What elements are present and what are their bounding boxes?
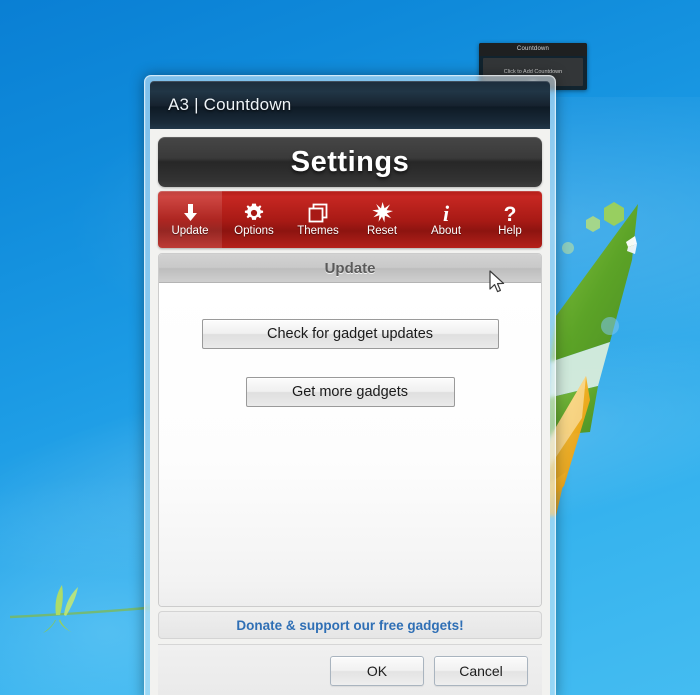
- svg-text:?: ?: [504, 203, 517, 223]
- panel-header: Update: [159, 254, 541, 283]
- nav-item-help[interactable]: ? Help: [478, 191, 542, 248]
- settings-window: A3 | Countdown Settings Update Options T…: [144, 75, 556, 695]
- window-client-area: Settings Update Options Themes Reset i A…: [150, 129, 550, 695]
- question-mark-icon: ?: [502, 202, 518, 223]
- mini-gadget-title: Countdown: [479, 43, 587, 56]
- nav-label-reset: Reset: [366, 225, 398, 237]
- desktop: Countdown Click to Add Countdown A3 | Co…: [0, 0, 700, 695]
- nav-item-reset[interactable]: Reset: [350, 191, 414, 248]
- nav-label-update: Update: [171, 225, 209, 237]
- nav-label-themes: Themes: [297, 225, 339, 237]
- donate-link-label: Donate & support our free gadgets!: [236, 617, 464, 633]
- stacked-squares-icon: [308, 202, 328, 223]
- nav-item-options[interactable]: Options: [222, 191, 286, 248]
- nav-item-about[interactable]: i About: [414, 191, 478, 248]
- panel-header-title: Update: [324, 259, 376, 277]
- svg-text:i: i: [443, 202, 450, 223]
- windows-logo-graphic: [546, 186, 696, 586]
- dialog-footer: OK Cancel: [158, 644, 542, 695]
- windows-logo-svg: [546, 202, 638, 516]
- settings-nav-toolbar: Update Options Themes Reset i About ? He…: [158, 191, 542, 248]
- ok-button[interactable]: OK: [330, 655, 424, 686]
- donate-link-bar[interactable]: Donate & support our free gadgets!: [158, 611, 542, 639]
- window-titlebar: A3 | Countdown: [150, 81, 550, 129]
- check-for-gadget-updates-button[interactable]: Check for gadget updates: [201, 319, 499, 349]
- nav-label-help: Help: [498, 225, 522, 237]
- settings-banner: Settings: [158, 137, 542, 187]
- gear-icon: [244, 202, 264, 223]
- info-i-icon: i: [438, 202, 454, 223]
- update-panel: Update Check for gadget updates Get more…: [158, 253, 542, 607]
- download-arrow-icon: [181, 202, 200, 223]
- nav-item-themes[interactable]: Themes: [286, 191, 350, 248]
- nav-label-about: About: [430, 225, 462, 237]
- starburst-icon: [371, 202, 393, 223]
- cancel-button[interactable]: Cancel: [434, 655, 528, 686]
- get-more-gadgets-button[interactable]: Get more gadgets: [245, 377, 455, 407]
- nav-item-update[interactable]: Update: [158, 191, 222, 248]
- nav-label-options: Options: [234, 225, 274, 237]
- window-title: A3 | Countdown: [168, 95, 292, 114]
- panel-body: Check for gadget updates Get more gadget…: [159, 283, 541, 606]
- settings-banner-text: Settings: [290, 145, 410, 178]
